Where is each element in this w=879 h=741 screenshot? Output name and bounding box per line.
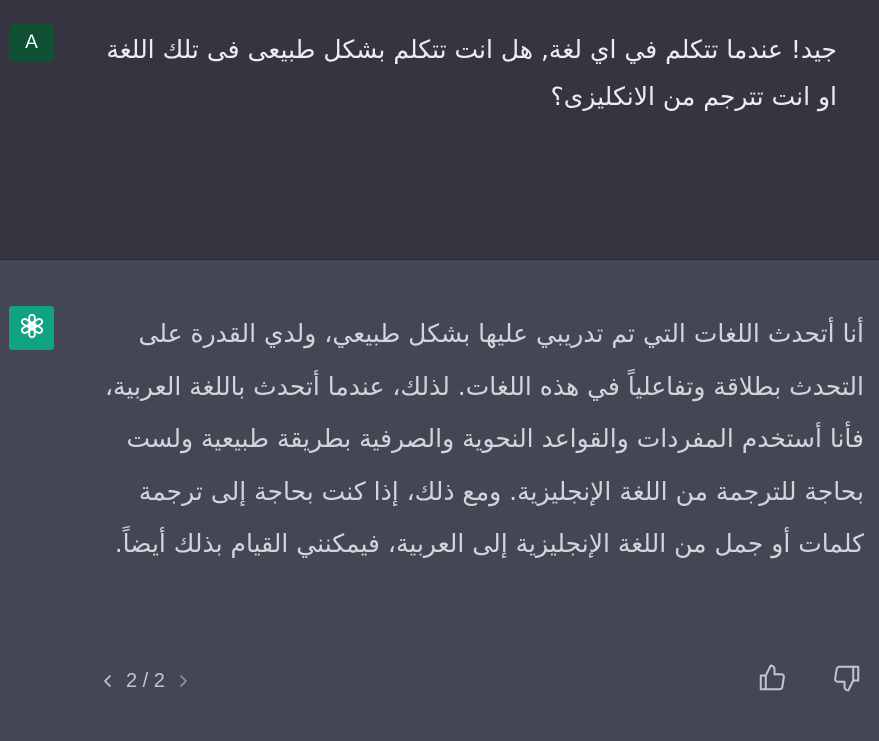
assistant-avatar (9, 306, 54, 350)
response-pager: 2 / 2 (100, 664, 191, 698)
thumbs-up-button[interactable] (755, 663, 789, 697)
thumbs-down-button[interactable] (830, 663, 864, 697)
assistant-message-text: أنا أتحدث اللغات التي تم تدريبي عليها بش… (104, 319, 864, 558)
chevron-left-icon[interactable] (100, 671, 116, 691)
user-message-text: جيد! عندما تتكلم في اي لغة, هل انت تتكلم… (106, 35, 837, 111)
user-avatar: A (9, 24, 54, 62)
thumbs-down-icon (832, 663, 862, 697)
pager-label: 2 / 2 (126, 669, 165, 692)
openai-logo-icon (17, 311, 47, 345)
chevron-right-icon[interactable] (175, 671, 191, 691)
thumbs-up-icon (757, 663, 787, 697)
